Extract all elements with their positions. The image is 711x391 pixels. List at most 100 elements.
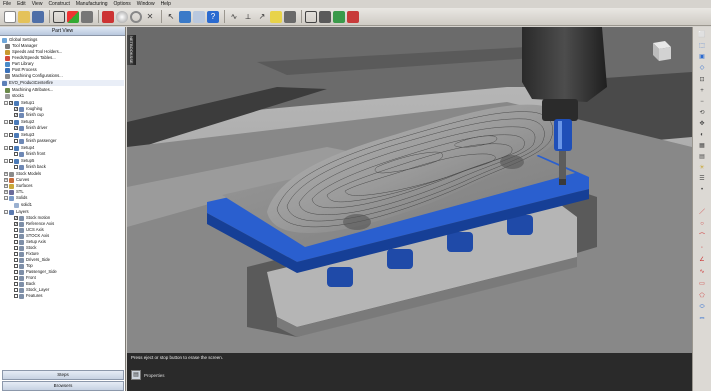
- pen-icon[interactable]: [305, 10, 317, 23]
- tree-checkbox[interactable]: [14, 139, 18, 143]
- tree-checkbox[interactable]: [14, 240, 18, 244]
- shaded-icon[interactable]: ◐: [697, 130, 707, 139]
- tree-checkbox[interactable]: [14, 264, 18, 268]
- tree-item[interactable]: finish passenger: [14, 138, 124, 144]
- tree-checkbox[interactable]: ✓: [14, 126, 18, 130]
- zoom-out-icon[interactable]: −: [697, 97, 707, 106]
- settings-icon[interactable]: [81, 10, 93, 23]
- rotate-icon[interactable]: ⟲: [697, 108, 707, 117]
- region-icon[interactable]: [193, 10, 205, 23]
- shade-icon[interactable]: [284, 10, 296, 23]
- tree-checkbox[interactable]: [9, 133, 13, 137]
- eraser-icon[interactable]: [102, 10, 114, 23]
- tree-checkbox[interactable]: [14, 152, 18, 156]
- tree-checkbox[interactable]: [9, 159, 13, 163]
- circle-tool-icon[interactable]: ○: [697, 219, 707, 228]
- tree-item[interactable]: Features: [14, 293, 124, 299]
- menu-help[interactable]: Help: [161, 1, 171, 7]
- view-side-icon[interactable]: ▣: [697, 52, 707, 61]
- polygon-tool-icon[interactable]: ⬠: [697, 291, 707, 300]
- lighting-icon[interactable]: ☀: [697, 163, 707, 172]
- tree-checkbox[interactable]: [14, 282, 18, 286]
- menu-construct[interactable]: Construct: [48, 1, 69, 7]
- tree-checkbox[interactable]: [14, 246, 18, 250]
- tree-item[interactable]: ✓ finish driver: [14, 125, 124, 131]
- tree-item[interactable]: finish front: [14, 151, 124, 157]
- new-file-icon[interactable]: [4, 10, 16, 23]
- text-tool-icon[interactable]: ⎓: [697, 315, 707, 324]
- tree-checkbox[interactable]: [14, 288, 18, 292]
- tree-item[interactable]: solid1: [14, 202, 124, 208]
- curve-tool-icon[interactable]: ∿: [228, 11, 240, 23]
- menu-manufacturing[interactable]: Manufacturing: [76, 1, 108, 7]
- save-icon[interactable]: [32, 10, 44, 23]
- tree-checkbox[interactable]: [14, 258, 18, 262]
- tree-item[interactable]: finish back: [14, 164, 124, 170]
- pointer-icon[interactable]: ↖: [165, 11, 177, 23]
- help-icon[interactable]: ?: [207, 10, 219, 23]
- menu-options[interactable]: Options: [114, 1, 131, 7]
- vertical-side-tab[interactable]: NETBOOKSSE: [127, 35, 136, 65]
- close-icon[interactable]: ✕: [144, 11, 156, 23]
- machine-icon[interactable]: [319, 10, 331, 23]
- solid-view-icon[interactable]: [347, 10, 359, 23]
- grid-icon[interactable]: [53, 10, 65, 23]
- tree-expander-icon[interactable]: +: [4, 172, 8, 176]
- tree-item[interactable]: stock1: [5, 93, 124, 99]
- sphere-icon[interactable]: [116, 10, 128, 23]
- view-front-icon[interactable]: ⬚: [697, 41, 707, 50]
- pan-icon[interactable]: ✥: [697, 119, 707, 128]
- tree-checkbox[interactable]: [14, 276, 18, 280]
- tree-expander-icon[interactable]: -: [4, 210, 8, 214]
- wireframe-icon[interactable]: ▦: [697, 141, 707, 150]
- tab-browsers[interactable]: Browsers: [2, 381, 124, 391]
- tree-expander-icon[interactable]: -: [4, 133, 8, 137]
- zoom-in-icon[interactable]: +: [697, 86, 707, 95]
- view-top-icon[interactable]: ⬜: [697, 30, 707, 39]
- tree-expander-icon[interactable]: -: [4, 146, 8, 150]
- simulate-icon[interactable]: [333, 10, 345, 23]
- polyline-tool-icon[interactable]: ∠: [697, 255, 707, 264]
- tree-checkbox[interactable]: [14, 228, 18, 232]
- tree-checkbox[interactable]: ✓: [14, 113, 18, 117]
- tree-checkbox[interactable]: [14, 252, 18, 256]
- menu-window[interactable]: Window: [137, 1, 155, 7]
- tree-expander-icon[interactable]: -: [4, 120, 8, 124]
- tree-checkbox[interactable]: [14, 294, 18, 298]
- layer-toggle-icon[interactable]: ☰: [697, 174, 707, 183]
- rectangle-tool-icon[interactable]: ▭: [697, 279, 707, 288]
- tree-checkbox[interactable]: [9, 146, 13, 150]
- tree-item[interactable]: - Solids: [4, 195, 124, 201]
- view-icon[interactable]: [179, 10, 191, 23]
- hidden-line-icon[interactable]: ▤: [697, 152, 707, 161]
- tree-expander-icon[interactable]: -: [4, 196, 8, 200]
- zoom-fit-icon[interactable]: ⊡: [697, 75, 707, 84]
- tree-checkbox[interactable]: ✓: [9, 120, 13, 124]
- spline-tool-icon[interactable]: ∿: [697, 267, 707, 276]
- tree-expander-icon[interactable]: -: [4, 159, 8, 163]
- tree-expander-icon[interactable]: +: [4, 190, 8, 194]
- line-tool-icon[interactable]: ／: [697, 207, 707, 216]
- menu-file[interactable]: File: [3, 1, 11, 7]
- tree-item[interactable]: Machining Configurations...: [5, 73, 124, 79]
- tree-expander-icon[interactable]: +: [4, 178, 8, 182]
- tree-checkbox[interactable]: ✓: [14, 107, 18, 111]
- tab-steps[interactable]: Steps: [2, 370, 124, 380]
- color-icon[interactable]: [67, 10, 79, 23]
- tree-expander-icon[interactable]: -: [4, 101, 8, 105]
- tree-checkbox[interactable]: ✓: [9, 101, 13, 105]
- transform-icon[interactable]: ⟂: [242, 11, 254, 23]
- highlight-icon[interactable]: [270, 10, 282, 23]
- tree-checkbox[interactable]: ✓: [14, 216, 18, 220]
- menu-view[interactable]: View: [32, 1, 43, 7]
- arc-tool-icon[interactable]: ⌒: [697, 231, 707, 240]
- tree-expander-icon[interactable]: +: [4, 184, 8, 188]
- open-folder-icon[interactable]: [18, 10, 30, 23]
- snap-point-icon[interactable]: •: [697, 185, 707, 194]
- snap-icon[interactable]: ↗: [256, 11, 268, 23]
- ellipse-tool-icon[interactable]: ⬭: [697, 303, 707, 312]
- tree-checkbox[interactable]: ✓: [14, 222, 18, 226]
- tree-checkbox[interactable]: [14, 270, 18, 274]
- tree-item[interactable]: EVO_ProductCenterfire: [2, 80, 124, 86]
- tree-checkbox[interactable]: [14, 165, 18, 169]
